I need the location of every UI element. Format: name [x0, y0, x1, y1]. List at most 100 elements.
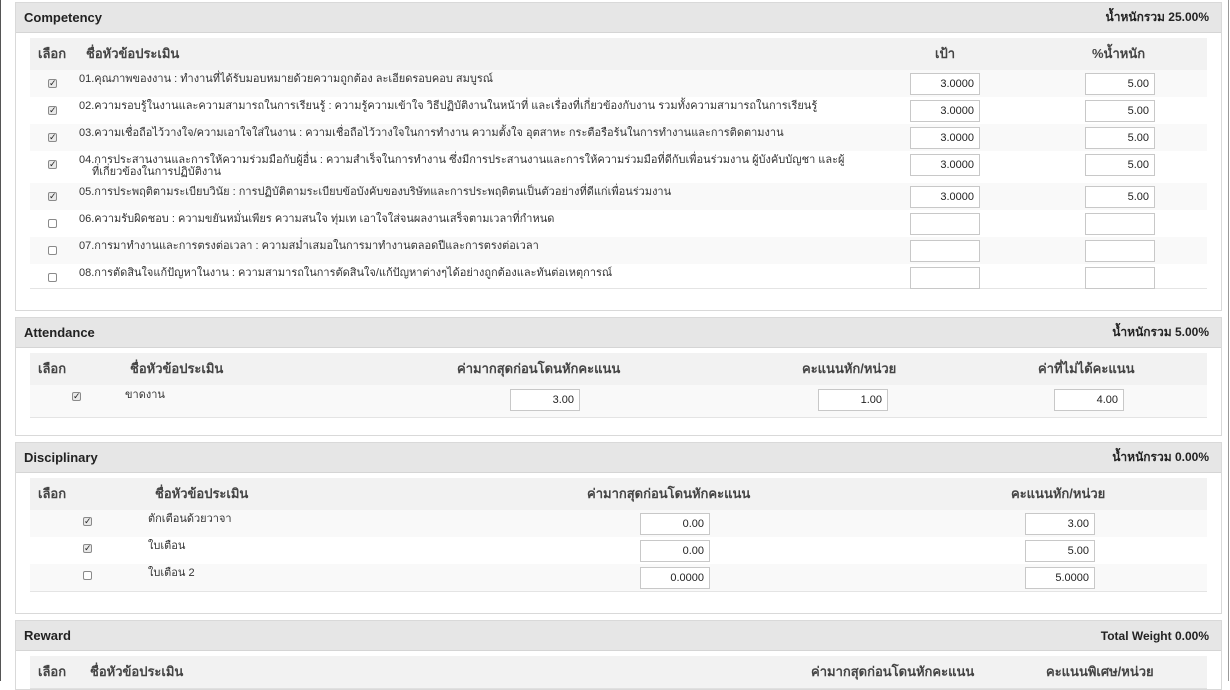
competency-row: ✓ 05.การประพฤติตามระเบียบวินัย : การปฏิบั… — [30, 183, 1207, 211]
reward-table-header: เลือก ชื่อหัวข้อประเมิน ค่ามากสุดก่อนโดน… — [30, 656, 1207, 689]
competency-title: Competency — [24, 10, 103, 25]
attendance-row: ✓ ขาดงาน 3.00 1.00 4.00 — [30, 385, 1207, 418]
weight-pct-input[interactable]: 5.00 — [1085, 154, 1155, 176]
disciplinary-table-header: เลือก ชื่อหัวข้อประเมิน ค่ามากสุดก่อนโดน… — [30, 478, 1207, 511]
criterion-label: ตักเตือนด้วยวาจา — [148, 513, 232, 525]
col-name: ชื่อหัวข้อประเมิน — [155, 486, 249, 501]
competency-row: ✓ 04.การประสานงานและการให้ความร่วมมือกับผ… — [30, 151, 1207, 184]
target-input[interactable] — [910, 267, 980, 289]
attendance-weight: น้ำหนักรวม 5.00% — [1112, 325, 1209, 339]
competency-row: 06.ความรับผิดชอบ : ความขยันหมั่นเพียร คว… — [30, 210, 1207, 238]
col-select: เลือก — [38, 361, 67, 376]
target-input[interactable]: 3.0000 — [910, 127, 980, 149]
deduct-per-unit-input[interactable]: 1.00 — [818, 389, 888, 411]
criterion-label: 07.การมาทำงานและการตรงต่อเวลา : ความสม่ำ… — [79, 240, 539, 252]
target-input[interactable]: 3.0000 — [910, 186, 980, 208]
disciplinary-panel: Disciplinary น้ำหนักรวม 0.00% เลือก ชื่อ… — [15, 442, 1222, 614]
row-select-checkbox[interactable]: ✓ — [83, 517, 92, 526]
row-select-checkbox[interactable]: ✓ — [48, 160, 57, 169]
competency-row: ✓ 02.ความรอบรู้ในงานและความสามารถในการเรี… — [30, 97, 1207, 125]
target-input[interactable]: 3.0000 — [910, 73, 980, 95]
reward-panel: Reward Total Weight 0.00% เลือก ชื่อหัวข… — [15, 620, 1222, 690]
competency-header: Competency น้ำหนักรวม 25.00% — [16, 3, 1221, 33]
competency-table: เลือก ชื่อหัวข้อประเมิน เป้า %น้ำหนัก ✓ 0… — [30, 38, 1207, 289]
max-before-deduct-input[interactable]: 0.0000 — [640, 567, 710, 589]
row-select-checkbox[interactable]: ✓ — [48, 79, 57, 88]
reward-title: Reward — [24, 628, 71, 643]
competency-panel: Competency น้ำหนักรวม 25.00% เลือก ชื่อห… — [15, 2, 1222, 311]
col-name: ชื่อหัวข้อประเมิน — [130, 361, 224, 376]
col-no-score-value: ค่าที่ไม่ได้คะแนน — [1038, 361, 1135, 376]
disciplinary-row: ✓ ตักเตือนด้วยวาจา 0.00 3.00 — [30, 510, 1207, 538]
weight-pct-input[interactable]: 5.00 — [1085, 127, 1155, 149]
weight-pct-input[interactable] — [1085, 267, 1155, 289]
target-input[interactable]: 3.0000 — [910, 100, 980, 122]
max-before-deduct-input[interactable]: 0.00 — [640, 513, 710, 535]
col-deduct-per-unit: คะแนนหัก/หน่วย — [1011, 486, 1106, 501]
criterion-label: 05.การประพฤติตามระเบียบวินัย : การปฏิบัต… — [79, 186, 672, 198]
criterion-label: 02.ความรอบรู้ในงานและความสามารถในการเรีย… — [79, 100, 818, 112]
col-max-before-deduct: ค่ามากสุดก่อนโดนหักคะแนน — [811, 664, 975, 679]
disciplinary-row: ใบเตือน 2 0.0000 5.0000 — [30, 564, 1207, 592]
disciplinary-weight: น้ำหนักรวม 0.00% — [1112, 450, 1209, 464]
row-select-checkbox[interactable]: ✓ — [48, 106, 57, 115]
disciplinary-row: ✓ ใบเตือน 0.00 5.00 — [30, 537, 1207, 565]
deduct-per-unit-input[interactable]: 5.00 — [1025, 540, 1095, 562]
reward-header: Reward Total Weight 0.00% — [16, 621, 1221, 651]
col-select: เลือก — [38, 664, 67, 679]
row-select-checkbox[interactable]: ✓ — [48, 192, 57, 201]
criterion-label: 03.ความเชื่อถือไว้วางใจ/ความเอาใจใส่ในงา… — [79, 127, 784, 139]
disciplinary-table: เลือก ชื่อหัวข้อประเมิน ค่ามากสุดก่อนโดน… — [30, 478, 1207, 603]
row-select-checkbox[interactable] — [83, 571, 92, 580]
disciplinary-header: Disciplinary น้ำหนักรวม 0.00% — [16, 443, 1221, 473]
competency-table-header: เลือก ชื่อหัวข้อประเมิน เป้า %น้ำหนัก — [30, 38, 1207, 71]
col-bonus-per-unit: คะแนนพิเศษ/หน่วย — [1046, 664, 1154, 679]
reward-table: เลือก ชื่อหัวข้อประเมิน ค่ามากสุดก่อนโดน… — [30, 656, 1207, 689]
attendance-table: เลือก ชื่อหัวข้อประเมิน ค่ามากสุดก่อนโดน… — [30, 353, 1207, 423]
col-max-before-deduct: ค่ามากสุดก่อนโดนหักคะแนน — [457, 361, 621, 376]
col-select: เลือก — [38, 486, 67, 501]
deduct-per-unit-input[interactable]: 5.0000 — [1025, 567, 1095, 589]
attendance-title: Attendance — [24, 325, 95, 340]
criterion-label: 08.การตัดสินใจแก้ปัญหาในงาน : ความสามารถ… — [79, 267, 613, 279]
competency-weight: น้ำหนักรวม 25.00% — [1105, 10, 1209, 24]
col-weight-pct: %น้ำหนัก — [1092, 46, 1146, 61]
criterion-label: ขาดงาน — [125, 389, 165, 401]
row-select-checkbox[interactable] — [48, 219, 57, 228]
weight-pct-input[interactable]: 5.00 — [1085, 73, 1155, 95]
competency-row: ✓ 03.ความเชื่อถือไว้วางใจ/ความเอาใจใส่ในง… — [30, 124, 1207, 152]
col-select: เลือก — [38, 46, 67, 61]
max-before-deduct-input[interactable]: 3.00 — [510, 389, 580, 411]
competency-row: 07.การมาทำงานและการตรงต่อเวลา : ความสม่ำ… — [30, 237, 1207, 265]
col-deduct-per-unit: คะแนนหัก/หน่วย — [802, 361, 897, 376]
attendance-panel: Attendance น้ำหนักรวม 5.00% เลือก ชื่อหั… — [15, 317, 1222, 436]
target-input[interactable] — [910, 240, 980, 262]
col-name: ชื่อหัวข้อประเมิน — [90, 664, 184, 679]
weight-pct-input[interactable]: 5.00 — [1085, 100, 1155, 122]
row-select-checkbox[interactable] — [48, 273, 57, 282]
target-input[interactable]: 3.0000 — [910, 154, 980, 176]
criterion-label: ใบเตือน 2 — [148, 567, 195, 579]
weight-pct-input[interactable]: 5.00 — [1085, 186, 1155, 208]
weight-pct-input[interactable] — [1085, 240, 1155, 262]
reward-weight: Total Weight 0.00% — [1100, 628, 1209, 643]
row-select-checkbox[interactable]: ✓ — [83, 544, 92, 553]
criterion-label: ใบเตือน — [148, 540, 186, 552]
row-select-checkbox[interactable]: ✓ — [72, 392, 81, 401]
col-target: เป้า — [935, 46, 955, 61]
max-before-deduct-input[interactable]: 0.00 — [640, 540, 710, 562]
attendance-table-header: เลือก ชื่อหัวข้อประเมิน ค่ามากสุดก่อนโดน… — [30, 353, 1207, 386]
competency-row: 08.การตัดสินใจแก้ปัญหาในงาน : ความสามารถ… — [30, 264, 1207, 289]
col-name: ชื่อหัวข้อประเมิน — [86, 46, 180, 61]
target-input[interactable] — [910, 213, 980, 235]
weight-pct-input[interactable] — [1085, 213, 1155, 235]
row-select-checkbox[interactable] — [48, 246, 57, 255]
criterion-label-cont: ที่เกี่ยวข้องในการปฏิบัติงาน — [92, 166, 221, 178]
col-max-before-deduct: ค่ามากสุดก่อนโดนหักคะแนน — [587, 486, 751, 501]
deduct-per-unit-input[interactable]: 3.00 — [1025, 513, 1095, 535]
competency-row: ✓ 01.คุณภาพของงาน : ทำงานที่ได้รับมอบหมาย… — [30, 70, 1207, 98]
attendance-header: Attendance น้ำหนักรวม 5.00% — [16, 318, 1221, 348]
criterion-label: 04.การประสานงานและการให้ความร่วมมือกับผู… — [79, 154, 845, 166]
row-select-checkbox[interactable]: ✓ — [48, 133, 57, 142]
no-score-value-input[interactable]: 4.00 — [1054, 389, 1124, 411]
